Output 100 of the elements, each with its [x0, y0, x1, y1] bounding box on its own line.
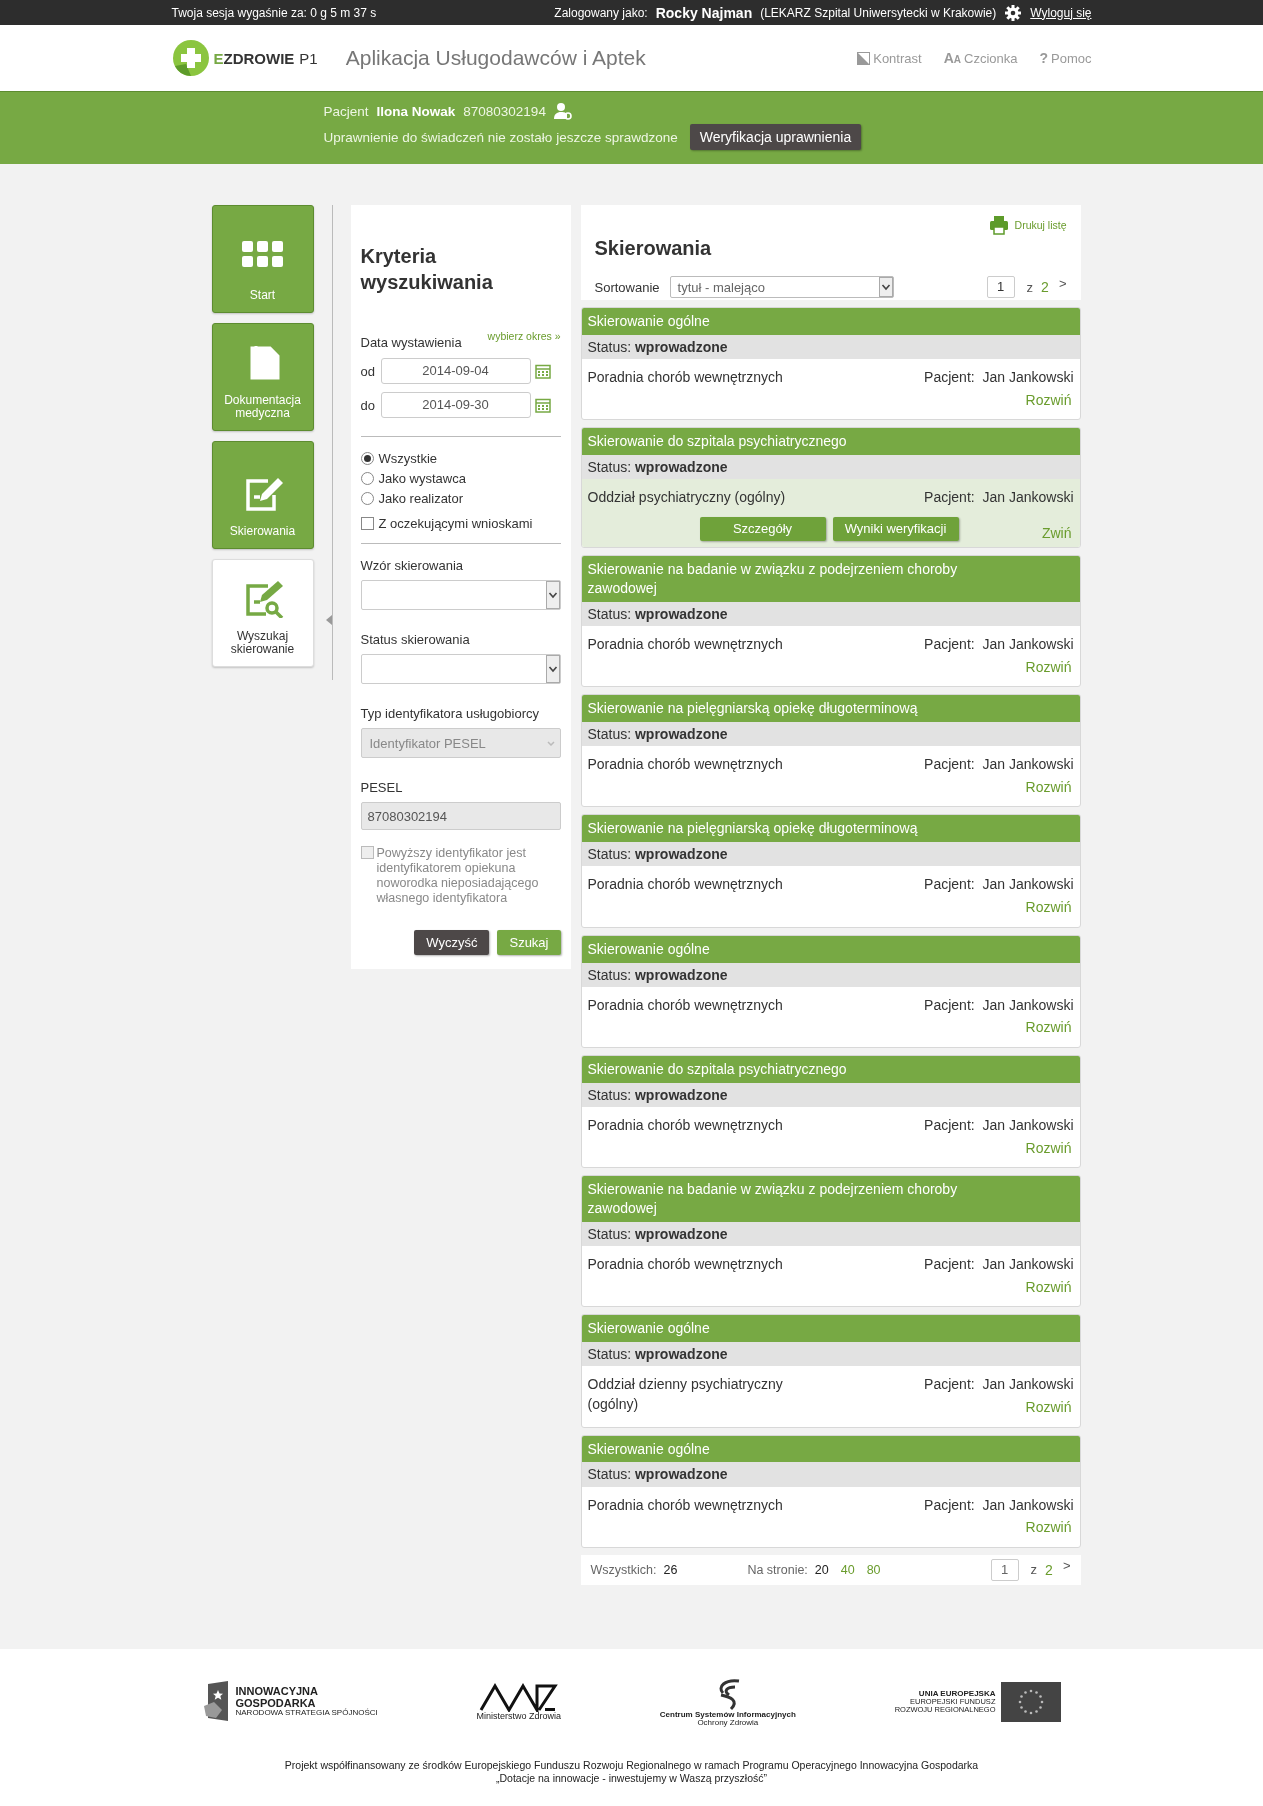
page-of-label: z [1030, 1562, 1038, 1578]
unit-name: Oddział psychiatryczny (ogólny) [587, 488, 786, 508]
collapse-arrow-icon[interactable] [325, 615, 332, 625]
nav-tile[interactable]: Wyszukaj skierowanie [211, 559, 314, 667]
referral-title: Skierowanie na badanie w związku z podejrzeniem choroby zawodowej [581, 1176, 1080, 1222]
logo-text: Ochrony Zdrowia [697, 1719, 759, 1728]
patient-info: Pacjent: Jan Jankowski [924, 1115, 1074, 1135]
page-field[interactable]: 1 [986, 276, 1015, 298]
per-page-option[interactable]: 40 [840, 1562, 855, 1577]
contrast-link[interactable]: Kontrast [857, 50, 922, 66]
app-title: Aplikacja Usługodawców i Aptek [345, 46, 647, 70]
per-page-option[interactable]: 80 [866, 1562, 881, 1577]
status-label: Status: [587, 1466, 633, 1483]
expand-link[interactable]: Rozwiń [1025, 1138, 1072, 1159]
radio-button[interactable] [360, 492, 374, 505]
unit-name: Poradnia chorób wewnętrznych [587, 1255, 783, 1275]
field-label: od [360, 363, 376, 379]
status-value: wprowadzone [634, 338, 728, 355]
calendar-icon[interactable] [534, 397, 551, 413]
sort-label: Sortowanie [594, 279, 660, 295]
patient-info: Pacjent: Jan Jankowski [924, 488, 1074, 508]
unit-name: Poradnia chorób wewnętrznych [587, 1115, 783, 1135]
help-link[interactable]: ? Pomoc [1039, 50, 1092, 66]
checkbox[interactable] [360, 517, 374, 530]
unit-name: Poradnia chorób wewnętrznych [587, 368, 783, 388]
search-button[interactable]: Szukaj [497, 930, 561, 955]
referral-title: Skierowanie na badanie w związku z podejrzeniem choroby zawodowej [581, 555, 1080, 602]
radio-label: Jako realizator [378, 491, 464, 506]
caret-icon [545, 581, 560, 609]
eu-flag-icon [1001, 1682, 1062, 1722]
expand-link[interactable]: Rozwiń [1025, 1277, 1072, 1298]
eligibility-text: Uprawnienie do świadczeń nie zostało jeszcze sprawdzone [323, 129, 678, 145]
per-page-option[interactable]: 20 [814, 1562, 829, 1577]
status-label: Status: [587, 726, 633, 742]
expand-link[interactable]: Rozwiń [1025, 657, 1072, 678]
status-label: Status: [587, 1346, 633, 1363]
dropdown[interactable] [360, 654, 561, 684]
settings-icon[interactable] [1004, 3, 1023, 22]
logo-text: Centrum Systemów Informacyjnych [659, 1710, 796, 1719]
panel-title: Kryteria wyszukiwania [360, 244, 494, 295]
unit-name: Poradnia chorób wewnętrznych [587, 634, 783, 654]
expand-link[interactable]: Rozwiń [1025, 1398, 1072, 1418]
checkbox-label: Powyższy identyfikator jest identyfikatorem opiekuna noworodka nieposiadającego własnego identyfikatora [376, 846, 540, 906]
status-label: Status: [587, 966, 633, 983]
status-label: Status: [587, 338, 633, 355]
radio-button[interactable] [360, 472, 374, 485]
field-label: Status skierowania [360, 632, 471, 647]
caret-icon [545, 655, 560, 683]
patient-info: Pacjent: Jan Jankowski [924, 1255, 1074, 1275]
logo-text: INNOWACYJNA [235, 1686, 319, 1698]
logout-link[interactable]: Wyloguj się [1030, 5, 1092, 20]
nav-tile[interactable]: Dokumentacja medyczna [211, 323, 314, 431]
status-value: wprowadzone [634, 605, 728, 622]
expand-link[interactable]: Rozwiń [1025, 1018, 1072, 1038]
nav-tile[interactable]: Skierowania [211, 441, 314, 549]
unit-name: Poradnia chorób wewnętrznych [587, 875, 783, 895]
list-title: Skierowania [594, 237, 713, 260]
collapse-link[interactable]: Zwiń [1041, 524, 1072, 541]
date-field[interactable]: 2014-09-30 [380, 392, 531, 418]
contrast-icon [857, 51, 871, 65]
expand-link[interactable]: Rozwiń [1025, 390, 1072, 411]
footer-text: Projekt współfinansowany ze środków Europejskiego Funduszu Rozwoju Regionalnego w ramach Programu Operacyjnego Innowacyjna Gospodarka [283, 1759, 980, 1773]
radio-label: Wszystkie [378, 451, 437, 466]
calendar-icon[interactable] [534, 363, 551, 379]
radio-button[interactable] [360, 452, 374, 465]
action-button[interactable]: Szczegóły [699, 516, 826, 541]
next-page-link[interactable]: > [1062, 1558, 1071, 1574]
sort-dropdown[interactable]: tytuł - malejąco [669, 276, 894, 298]
help-icon: ? [1039, 50, 1049, 66]
expand-link[interactable]: Rozwiń [1025, 777, 1072, 798]
total-label: Wszystkich: [590, 1562, 657, 1577]
expand-link[interactable]: Rozwiń [1025, 1518, 1072, 1538]
pick-period-link[interactable]: wybierz okres » [487, 330, 561, 342]
referral-title: Skierowanie na pielęgniarską opiekę długoterminową [581, 695, 1080, 722]
nav-tile[interactable]: Start [211, 205, 314, 313]
print-link[interactable]: Drukuj listę [988, 215, 1067, 235]
dropdown[interactable] [360, 580, 561, 610]
field-label: PESEL [360, 780, 404, 795]
logo-text: UNIA EUROPEJSKA [917, 1689, 996, 1699]
referral-title: Skierowanie na pielęgniarską opiekę długoterminową [581, 815, 1080, 843]
verify-button[interactable]: Weryfikacja uprawnienia [689, 124, 862, 150]
page-link[interactable]: 2 [1045, 1561, 1053, 1578]
referral-title: Skierowanie ogólne [581, 308, 1080, 335]
date-field[interactable]: 2014-09-04 [380, 358, 531, 384]
status-value: wprowadzone [634, 1346, 728, 1363]
user-settings-icon[interactable] [553, 102, 572, 120]
clear-button[interactable]: Wyczyść [414, 930, 490, 955]
patient-info: Pacjent: Jan Jankowski [924, 1375, 1074, 1395]
patient-info: Pacjent: Jan Jankowski [924, 755, 1074, 775]
total-count: 26 [663, 1562, 678, 1577]
status-label: Status: [587, 1086, 633, 1103]
action-button[interactable]: Wyniki weryfikacji [832, 516, 959, 541]
referral-title: Skierowanie ogólne [581, 1315, 1080, 1343]
page-link[interactable]: 2 [1041, 279, 1049, 295]
font-link[interactable]: AA Czcionka [943, 50, 1018, 66]
next-page-link[interactable]: > [1058, 275, 1067, 291]
status-value: wprowadzone [634, 846, 728, 863]
page-field[interactable]: 1 [990, 1558, 1019, 1581]
field-label: do [360, 397, 376, 413]
expand-link[interactable]: Rozwiń [1025, 898, 1072, 918]
